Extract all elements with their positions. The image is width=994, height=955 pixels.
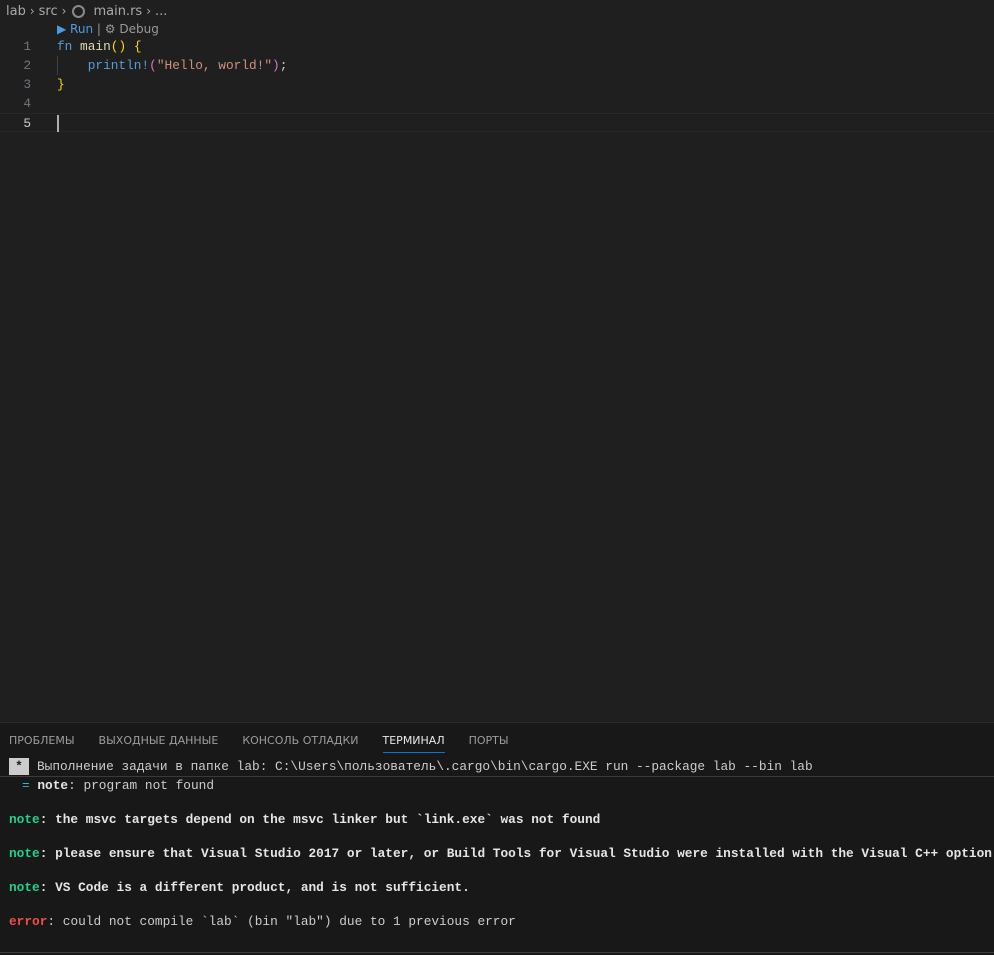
task-line: Выполнение задачи в папке lab: C:\Users\… (37, 759, 813, 774)
error-text: : could not compile `lab` (bin "lab") du… (47, 914, 516, 929)
error-label: error (9, 914, 48, 929)
eq-sign: = (22, 778, 30, 793)
token: fn (57, 39, 73, 54)
text-cursor (57, 115, 59, 133)
line-number: 2 (23, 58, 31, 73)
debug-codelens[interactable]: ⚙ Debug (105, 22, 159, 36)
tab-output[interactable]: ВЫХОДНЫЕ ДАННЫЕ (99, 723, 219, 759)
line-number: 5 (23, 116, 31, 131)
token: println! (87, 58, 150, 73)
note-text: : VS Code is a different product, and is… (39, 880, 470, 895)
codelens-separator: | (96, 22, 101, 36)
tab-terminal[interactable]: ТЕРМИНАЛ (382, 723, 445, 759)
run-label: Run (70, 22, 94, 36)
gear-icon: ⚙ (104, 22, 120, 36)
note-label: note (9, 880, 40, 895)
note-label: note (9, 812, 40, 827)
run-codelens[interactable]: ▶ Run (57, 22, 93, 36)
panel-tabs: ПРОБЛЕМЫ ВЫХОДНЫЕ ДАННЫЕ КОНСОЛЬ ОТЛАДКИ… (0, 723, 994, 759)
token: ( (149, 58, 157, 73)
breadcrumb-lab[interactable]: lab (6, 4, 26, 19)
token: "Hello, world!" (156, 58, 273, 73)
play-icon: ▶ (57, 22, 71, 36)
note-text: : program not found (68, 778, 215, 793)
tab-problems[interactable]: ПРОБЛЕМЫ (9, 723, 75, 759)
line-number: 4 (23, 96, 31, 111)
tab-ports[interactable]: ПОРТЫ (469, 723, 509, 759)
code-line[interactable]: } (57, 75, 65, 94)
tab-debug-console[interactable]: КОНСОЛЬ ОТЛАДКИ (242, 723, 358, 759)
breadcrumb-file[interactable]: main.rs (93, 4, 142, 19)
code-line[interactable]: fn main() { (57, 37, 142, 56)
token: ) (272, 58, 280, 73)
token: ; (279, 58, 288, 73)
note-label: note (9, 846, 40, 861)
token: } (57, 77, 65, 92)
chevron-right-icon: › (61, 4, 67, 18)
bottom-panel: ПРОБЛЕМЫ ВЫХОДНЫЕ ДАННЫЕ КОНСОЛЬ ОТЛАДКИ… (0, 722, 994, 955)
note-label: note (37, 778, 69, 793)
token: main (80, 39, 111, 54)
chevron-right-icon: › (146, 4, 151, 18)
breadcrumb-more[interactable]: ... (155, 4, 167, 19)
note-text: : the msvc targets depend on the msvc li… (39, 812, 601, 827)
debug-label: Debug (119, 22, 159, 36)
token: ) (118, 39, 127, 54)
task-marker: * (9, 758, 29, 775)
code-line[interactable] (57, 114, 59, 133)
rust-file-icon (72, 4, 86, 18)
breadcrumb: lab › src › main.rs › ... (6, 2, 167, 20)
note-text: : please ensure that Visual Studio 2017 … (39, 846, 994, 861)
line-number: 1 (23, 39, 31, 54)
chevron-right-icon: › (29, 4, 35, 18)
line-number: 3 (23, 77, 31, 92)
code-line[interactable]: println!("Hello, world!"); (57, 56, 288, 75)
code-editor[interactable]: 1 fn main() { 2 println!("Hello, world!")… (0, 37, 994, 133)
codelens: ▶ Run | ⚙ Debug (57, 22, 159, 36)
token: { (133, 39, 142, 54)
terminal-output[interactable]: * Выполнение задачи в папке lab: C:\Users… (0, 757, 994, 930)
breadcrumb-src[interactable]: src (39, 4, 58, 19)
